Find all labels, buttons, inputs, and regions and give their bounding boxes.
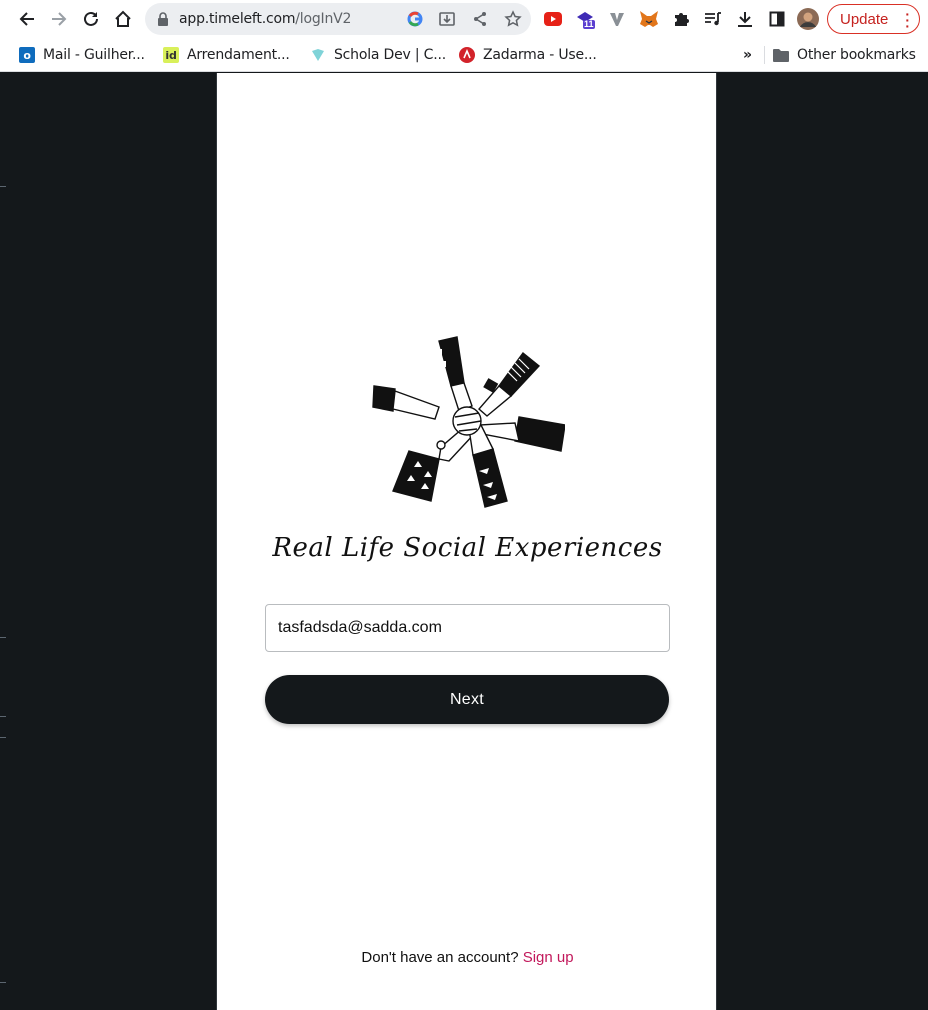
hands-together-illustration	[369, 321, 566, 517]
update-button[interactable]: Update · · ·	[827, 4, 920, 34]
menu-dots-icon[interactable]: · · ·	[905, 7, 910, 33]
google-icon[interactable]	[407, 11, 423, 32]
folder-icon	[773, 47, 789, 63]
bookmark-label: Arrendament...	[187, 47, 290, 63]
browser-toolbar: app.timeleft.com/logInV2 11 Update · · ·	[0, 0, 928, 38]
download-icon[interactable]	[734, 8, 756, 30]
other-bookmarks[interactable]: Other bookmarks	[773, 45, 916, 65]
install-icon[interactable]	[439, 11, 455, 32]
bookmarks-overflow-button[interactable]: »	[743, 45, 752, 65]
bookmark-label: Mail - Guilher...	[43, 47, 145, 63]
bookmark-schola[interactable]: Schola Dev | C...	[310, 45, 446, 65]
no-account-text: Don't have an account?	[361, 949, 519, 966]
left-edge-divider	[0, 637, 6, 638]
left-edge-divider	[0, 982, 6, 983]
home-icon[interactable]	[111, 7, 135, 31]
bookmark-label: Schola Dev | C...	[334, 47, 446, 63]
metamask-icon[interactable]	[638, 8, 660, 30]
media-icon[interactable]	[702, 8, 724, 30]
star-icon[interactable]	[504, 10, 522, 33]
url-text[interactable]: app.timeleft.com/logInV2	[179, 11, 351, 27]
login-page: Real Life Social Experiences Next Don't …	[216, 73, 717, 1010]
signup-link[interactable]: Sign up	[523, 949, 574, 966]
zadarma-icon	[459, 47, 475, 63]
bookmark-label: Zadarma - Use...	[483, 47, 597, 63]
extension-badge-count: 11	[584, 19, 594, 29]
bookmark-mail[interactable]: o Mail - Guilher...	[19, 45, 145, 65]
extension-badge-icon[interactable]: 11	[574, 8, 596, 30]
left-edge-divider	[0, 716, 6, 717]
back-icon[interactable]	[15, 7, 39, 31]
sidepanel-icon[interactable]	[766, 8, 788, 30]
signup-prompt: Don't have an account? Sign up	[217, 949, 718, 966]
bookmarks-divider	[764, 46, 765, 64]
bookmarks-bar: o Mail - Guilher... id Arrendament... Sc…	[0, 38, 928, 72]
address-bar[interactable]: app.timeleft.com/logInV2	[145, 3, 531, 35]
youtube-extension-icon[interactable]	[542, 8, 564, 30]
puzzle-icon[interactable]	[670, 8, 692, 30]
tagline: Real Life Social Experiences	[272, 533, 663, 563]
email-field[interactable]	[265, 604, 670, 652]
left-edge-divider	[0, 186, 6, 187]
idealista-icon: id	[163, 47, 179, 63]
schola-icon	[310, 47, 326, 63]
update-label: Update	[840, 10, 889, 28]
share-icon[interactable]	[472, 11, 488, 32]
lock-icon[interactable]	[157, 12, 169, 31]
other-bookmarks-label: Other bookmarks	[797, 47, 916, 63]
forward-icon[interactable]	[47, 7, 71, 31]
bookmark-zadarma[interactable]: Zadarma - Use...	[459, 45, 597, 65]
bookmark-arrendamento[interactable]: id Arrendament...	[163, 45, 290, 65]
overflow-chevron-icon: »	[743, 47, 752, 63]
avatar[interactable]	[797, 8, 819, 30]
next-button[interactable]: Next	[265, 675, 669, 724]
outlook-icon: o	[19, 47, 35, 63]
reload-icon[interactable]	[79, 7, 103, 31]
v-extension-icon[interactable]	[606, 8, 628, 30]
left-edge-divider	[0, 737, 6, 738]
